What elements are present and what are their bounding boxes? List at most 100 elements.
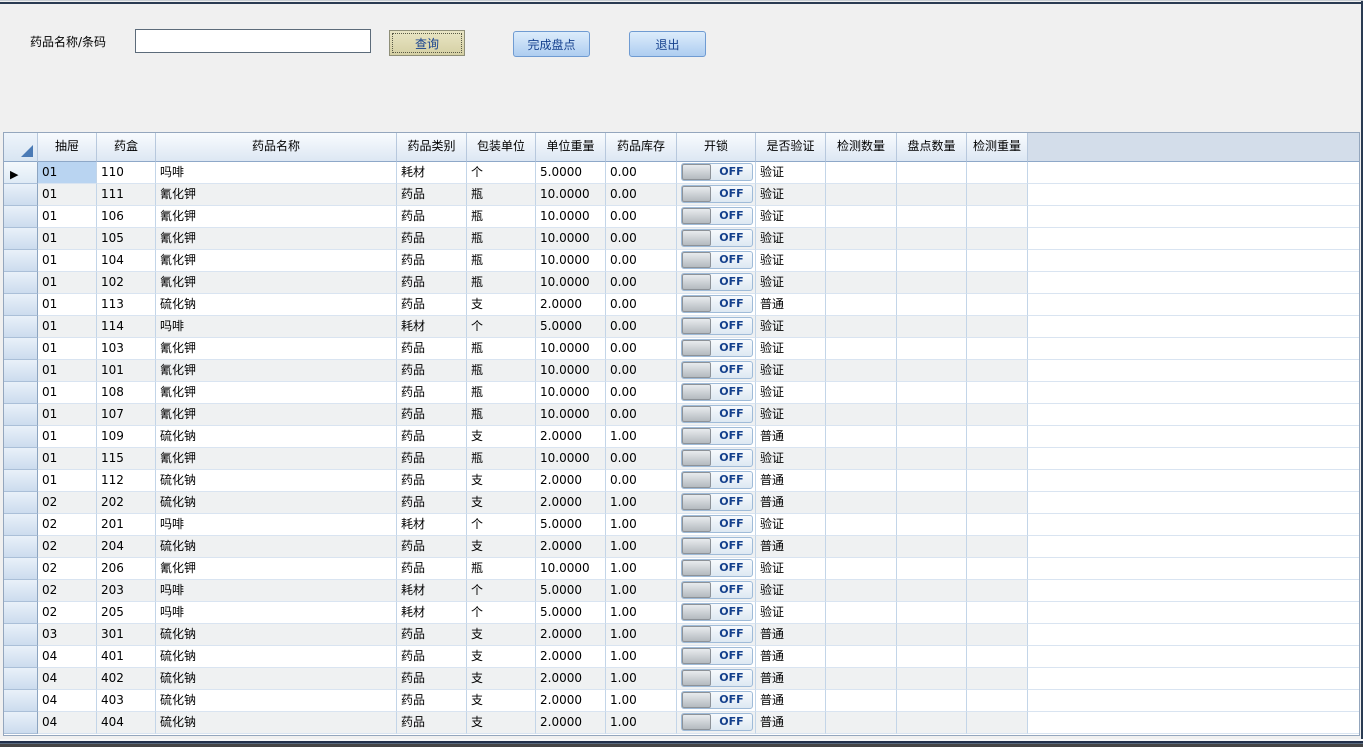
cell-lock[interactable]: OFF (677, 558, 756, 580)
cell-box[interactable]: 104 (97, 250, 156, 272)
cell-detect_qty[interactable] (826, 558, 897, 580)
cell-unit_weight[interactable]: 2.0000 (536, 294, 606, 316)
cell-lock[interactable]: OFF (677, 448, 756, 470)
cell-verify[interactable]: 验证 (756, 558, 826, 580)
select-all-corner[interactable] (4, 133, 38, 162)
row-selector[interactable] (4, 690, 38, 712)
row-selector[interactable] (4, 338, 38, 360)
cell-detect_weight[interactable] (967, 514, 1028, 536)
cell-box[interactable]: 108 (97, 382, 156, 404)
cell-drawer[interactable]: 01 (38, 448, 97, 470)
cell-stock[interactable]: 1.00 (606, 624, 677, 646)
cell-count_qty[interactable] (897, 690, 967, 712)
lock-toggle[interactable]: OFF (681, 163, 753, 181)
table-row[interactable]: 02201吗啡耗材个5.00001.00OFF验证 (4, 514, 1359, 536)
table-row[interactable]: 04404硫化钠药品支2.00001.00OFF普通 (4, 712, 1359, 734)
cell-detect_weight[interactable] (967, 536, 1028, 558)
cell-category[interactable]: 药品 (397, 558, 467, 580)
cell-count_qty[interactable] (897, 470, 967, 492)
cell-unit_weight[interactable]: 10.0000 (536, 206, 606, 228)
cell-name[interactable]: 硫化钠 (156, 668, 397, 690)
cell-unit_weight[interactable]: 10.0000 (536, 250, 606, 272)
cell-verify[interactable]: 普通 (756, 712, 826, 734)
table-row[interactable]: 04401硫化钠药品支2.00001.00OFF普通 (4, 646, 1359, 668)
cell-name[interactable]: 硫化钠 (156, 690, 397, 712)
cell-lock[interactable]: OFF (677, 514, 756, 536)
table-row[interactable]: 01103氰化钾药品瓶10.00000.00OFF验证 (4, 338, 1359, 360)
table-row[interactable]: 01111氰化钾药品瓶10.00000.00OFF验证 (4, 184, 1359, 206)
cell-box[interactable]: 113 (97, 294, 156, 316)
lock-toggle[interactable]: OFF (681, 581, 753, 599)
lock-toggle[interactable]: OFF (681, 603, 753, 621)
cell-box[interactable]: 201 (97, 514, 156, 536)
cell-count_qty[interactable] (897, 294, 967, 316)
row-selector[interactable] (4, 712, 38, 734)
cell-verify[interactable]: 验证 (756, 162, 826, 184)
lock-toggle[interactable]: OFF (681, 273, 753, 291)
row-selector[interactable] (4, 492, 38, 514)
cell-box[interactable]: 114 (97, 316, 156, 338)
cell-count_qty[interactable] (897, 448, 967, 470)
cell-drawer[interactable]: 01 (38, 360, 97, 382)
cell-detect_weight[interactable] (967, 448, 1028, 470)
cell-unit[interactable]: 支 (467, 690, 536, 712)
cell-detect_weight[interactable] (967, 404, 1028, 426)
cell-stock[interactable]: 1.00 (606, 668, 677, 690)
cell-category[interactable]: 药品 (397, 206, 467, 228)
cell-stock[interactable]: 1.00 (606, 690, 677, 712)
cell-detect_qty[interactable] (826, 492, 897, 514)
cell-drawer[interactable]: 01 (38, 404, 97, 426)
cell-verify[interactable]: 普通 (756, 426, 826, 448)
cell-detect_qty[interactable] (826, 624, 897, 646)
cell-unit_weight[interactable]: 10.0000 (536, 228, 606, 250)
cell-box[interactable]: 111 (97, 184, 156, 206)
cell-lock[interactable]: OFF (677, 382, 756, 404)
cell-verify[interactable]: 验证 (756, 404, 826, 426)
cell-count_qty[interactable] (897, 580, 967, 602)
cell-box[interactable]: 401 (97, 646, 156, 668)
cell-verify[interactable]: 验证 (756, 250, 826, 272)
cell-lock[interactable]: OFF (677, 426, 756, 448)
cell-category[interactable]: 药品 (397, 712, 467, 734)
cell-name[interactable]: 氰化钾 (156, 250, 397, 272)
lock-toggle[interactable]: OFF (681, 449, 753, 467)
cell-drawer[interactable]: 01 (38, 426, 97, 448)
cell-detect_weight[interactable] (967, 558, 1028, 580)
row-selector[interactable] (4, 580, 38, 602)
cell-box[interactable]: 204 (97, 536, 156, 558)
row-selector[interactable] (4, 250, 38, 272)
lock-toggle[interactable]: OFF (681, 207, 753, 225)
table-row[interactable]: 01114吗啡耗材个5.00000.00OFF验证 (4, 316, 1359, 338)
cell-unit[interactable]: 个 (467, 162, 536, 184)
lock-toggle[interactable]: OFF (681, 383, 753, 401)
cell-name[interactable]: 氰化钾 (156, 382, 397, 404)
cell-unit_weight[interactable]: 2.0000 (536, 624, 606, 646)
cell-category[interactable]: 药品 (397, 536, 467, 558)
cell-unit[interactable]: 瓶 (467, 206, 536, 228)
cell-unit[interactable]: 支 (467, 668, 536, 690)
cell-lock[interactable]: OFF (677, 360, 756, 382)
cell-unit[interactable]: 支 (467, 646, 536, 668)
cell-unit[interactable]: 支 (467, 492, 536, 514)
cell-category[interactable]: 药品 (397, 668, 467, 690)
cell-detect_qty[interactable] (826, 382, 897, 404)
cell-verify[interactable]: 验证 (756, 514, 826, 536)
cell-box[interactable]: 402 (97, 668, 156, 690)
cell-unit[interactable]: 瓶 (467, 272, 536, 294)
cell-detect_qty[interactable] (826, 162, 897, 184)
cell-box[interactable]: 106 (97, 206, 156, 228)
cell-category[interactable]: 耗材 (397, 162, 467, 184)
cell-stock[interactable]: 0.00 (606, 294, 677, 316)
cell-count_qty[interactable] (897, 492, 967, 514)
table-row[interactable]: 01109硫化钠药品支2.00001.00OFF普通 (4, 426, 1359, 448)
table-row[interactable]: 01108氰化钾药品瓶10.00000.00OFF验证 (4, 382, 1359, 404)
cell-category[interactable]: 药品 (397, 470, 467, 492)
cell-box[interactable]: 403 (97, 690, 156, 712)
cell-verify[interactable]: 普通 (756, 294, 826, 316)
cell-verify[interactable]: 验证 (756, 316, 826, 338)
cell-detect_qty[interactable] (826, 514, 897, 536)
cell-unit_weight[interactable]: 2.0000 (536, 470, 606, 492)
lock-toggle[interactable]: OFF (681, 493, 753, 511)
cell-unit[interactable]: 个 (467, 580, 536, 602)
lock-toggle[interactable]: OFF (681, 185, 753, 203)
